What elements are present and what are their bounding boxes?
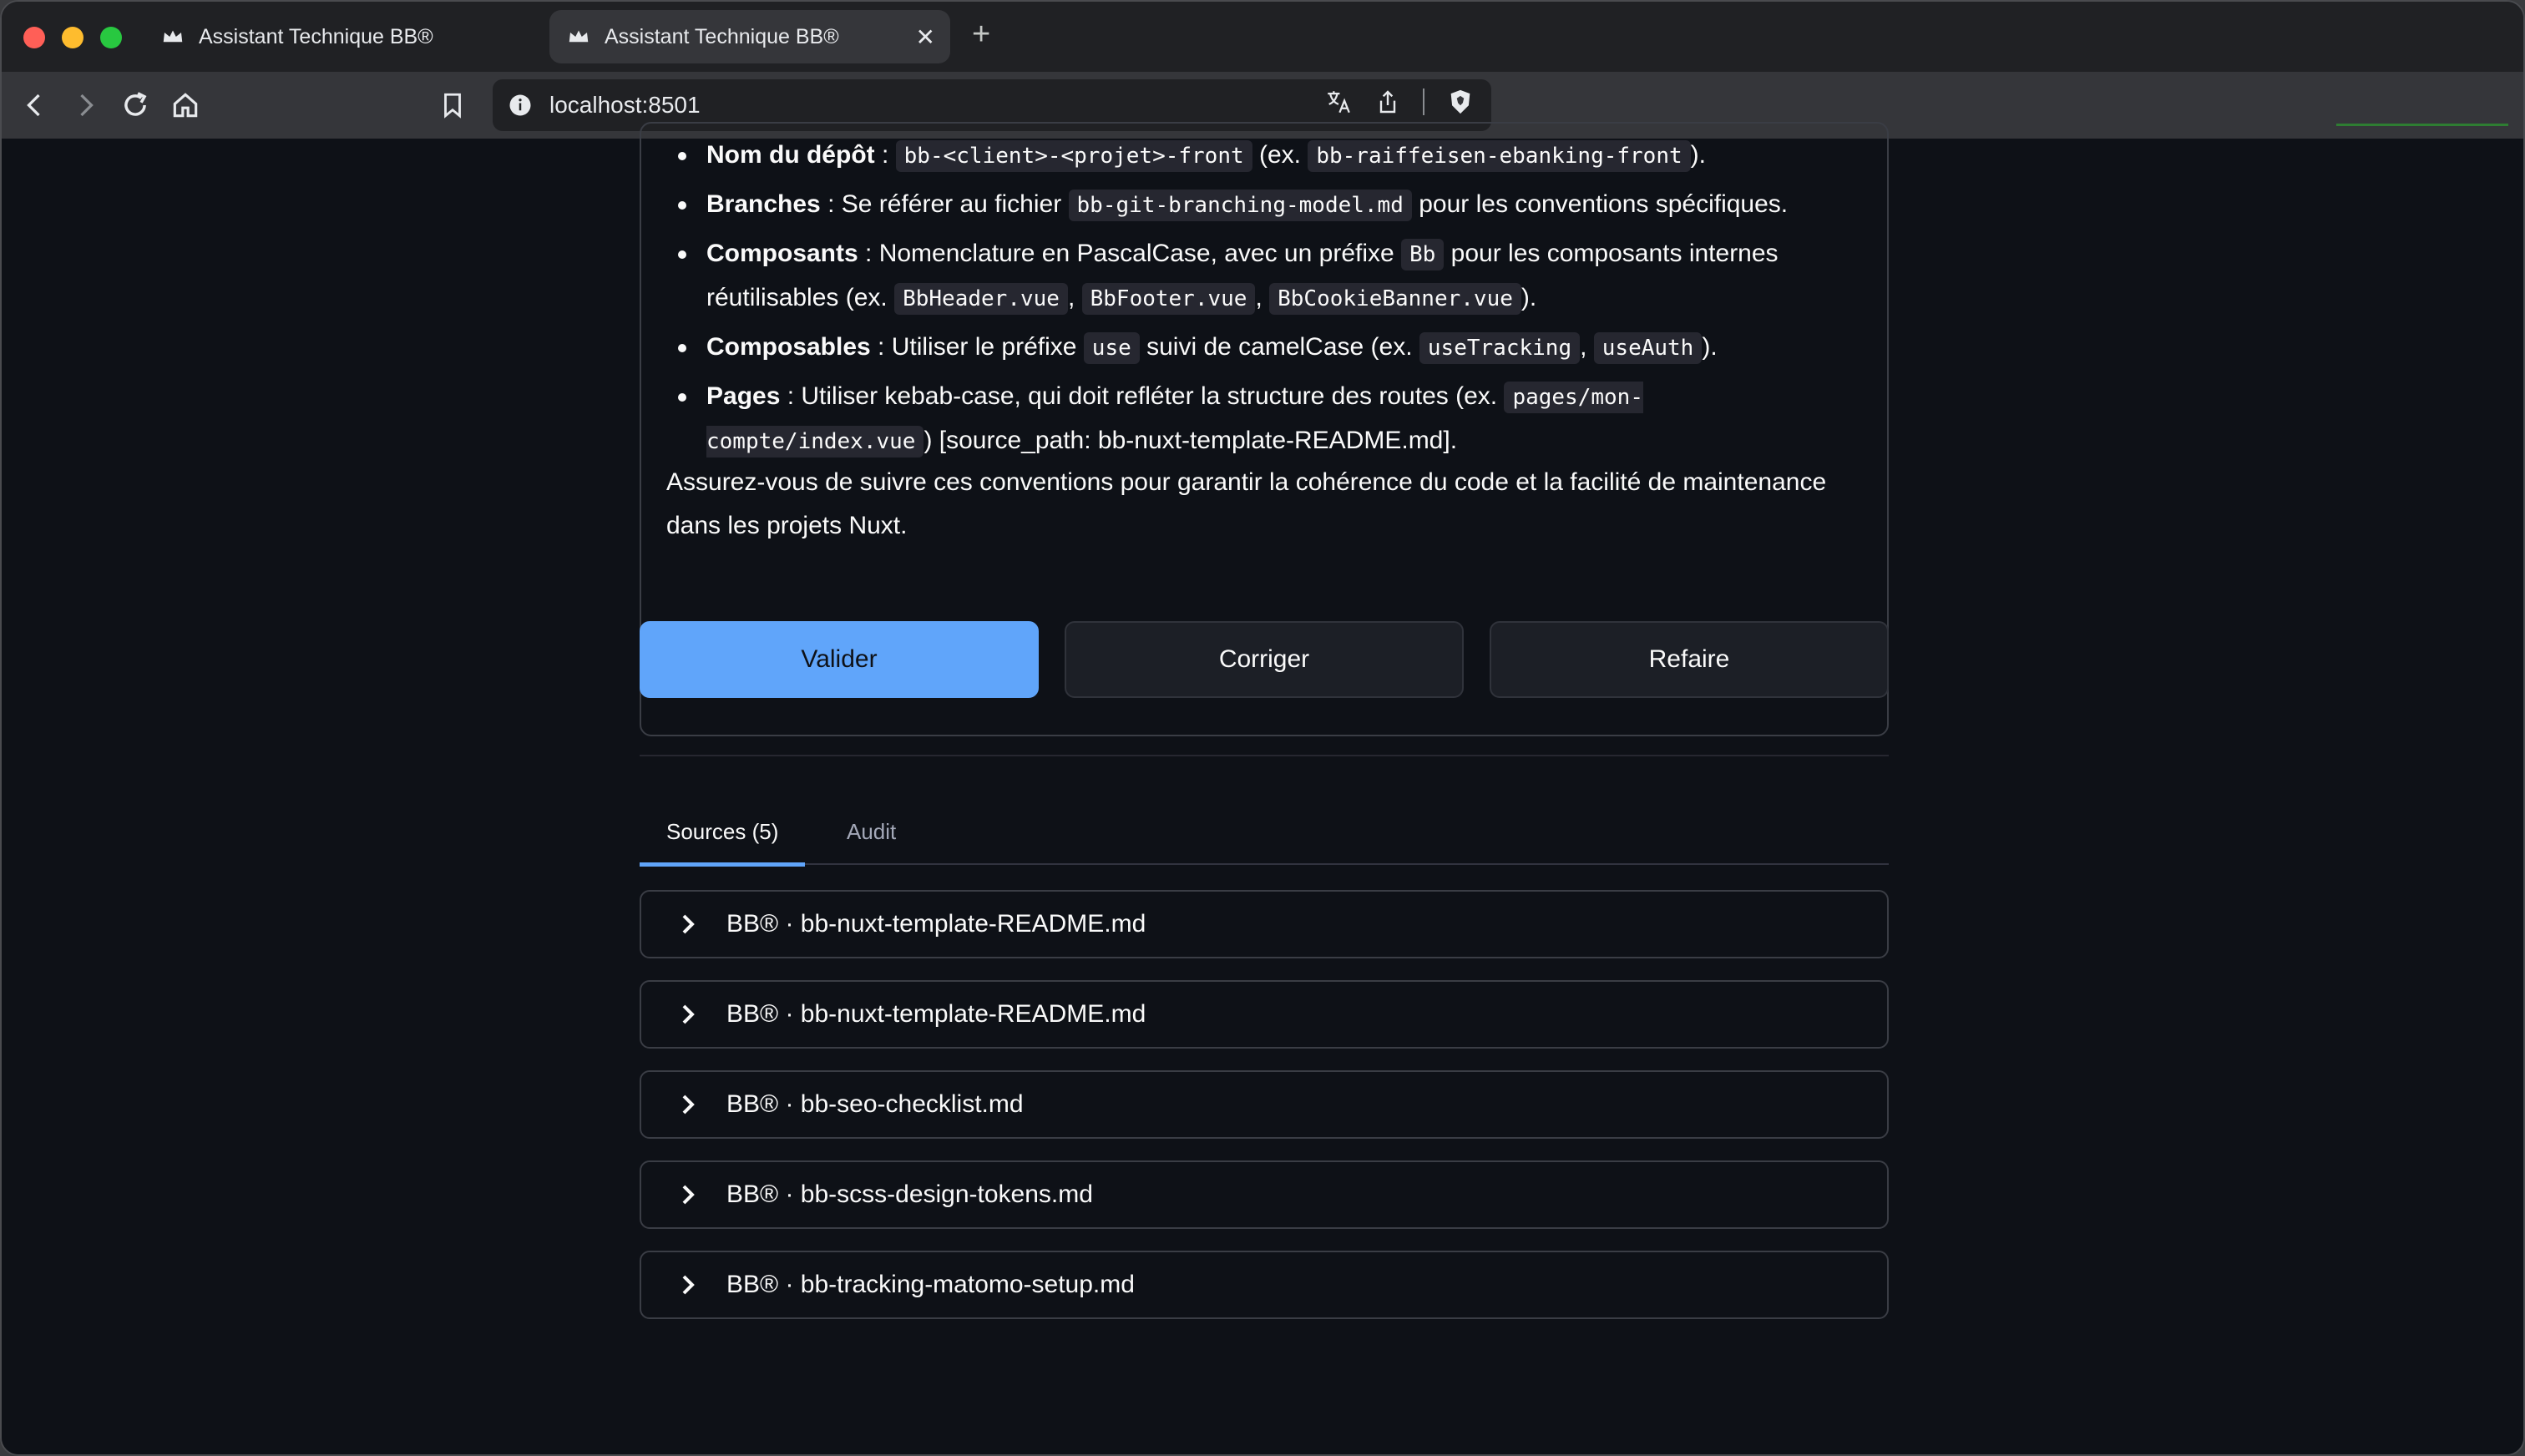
source-label: BB® · bb-nuxt-template-README.md bbox=[726, 910, 1146, 938]
browser-window: Assistant Technique BB® Assistant Techni… bbox=[0, 0, 2525, 1456]
share-icon[interactable] bbox=[1374, 88, 1401, 115]
chevron-right-icon bbox=[682, 1095, 695, 1115]
tab-title: Assistant Technique BB® bbox=[605, 24, 839, 48]
close-tab-icon[interactable]: ✕ bbox=[916, 23, 935, 51]
minimize-window-button[interactable] bbox=[62, 27, 83, 48]
toolbar-divider bbox=[1423, 88, 1424, 115]
result-tabs: Sources (5) Audit bbox=[640, 798, 1889, 867]
inline-code: bb-git-branching-model.md bbox=[1068, 190, 1412, 221]
inline-code: BbFooter.vue bbox=[1081, 283, 1256, 315]
section-divider bbox=[640, 755, 1889, 756]
home-icon[interactable] bbox=[167, 87, 204, 124]
chevron-right-icon bbox=[682, 914, 695, 934]
url-text: localhost:8501 bbox=[549, 92, 701, 118]
source-expander-1[interactable]: BB® · bb-nuxt-template-README.md bbox=[640, 890, 1889, 958]
list-item: Nom du dépôt : bb-<client>-<projet>-fron… bbox=[678, 134, 1859, 178]
item-text: , bbox=[1255, 284, 1270, 311]
action-buttons: Valider Corriger Refaire bbox=[640, 621, 1889, 698]
brave-shield-icon[interactable] bbox=[1446, 88, 1475, 116]
inline-code: bb-raiffeisen-ebanking-front bbox=[1308, 140, 1691, 172]
inline-code: bb-<client>-<projet>-front bbox=[895, 140, 1252, 172]
list-item: Pages : Utiliser kebab-case, qui doit re… bbox=[678, 375, 1859, 463]
source-label: BB® · bb-tracking-matomo-setup.md bbox=[726, 1271, 1135, 1298]
source-expander-4[interactable]: BB® · bb-scss-design-tokens.md bbox=[640, 1160, 1889, 1229]
back-icon[interactable] bbox=[17, 87, 53, 124]
new-tab-button[interactable]: + bbox=[972, 17, 990, 53]
source-label: BB® · bb-seo-checklist.md bbox=[726, 1090, 1024, 1118]
browser-tab-2[interactable]: Assistant Technique BB® ✕ bbox=[549, 10, 950, 63]
item-text: : Se référer au fichier bbox=[820, 190, 1069, 218]
inline-code: use bbox=[1083, 332, 1140, 364]
item-text: ). bbox=[1521, 284, 1537, 311]
validate-button[interactable]: Valider bbox=[640, 621, 1039, 698]
item-label: Composants bbox=[706, 240, 858, 267]
tab-audit[interactable]: Audit bbox=[827, 798, 916, 865]
item-label: Branches bbox=[706, 190, 821, 218]
maximize-window-button[interactable] bbox=[100, 27, 122, 48]
source-label: BB® · bb-scss-design-tokens.md bbox=[726, 1180, 1093, 1208]
conventions-list: Nom du dépôt : bb-<client>-<projet>-fron… bbox=[678, 124, 1859, 463]
conclusion-text: Assurez-vous de suivre ces conventions p… bbox=[666, 468, 1827, 539]
chevron-right-icon bbox=[682, 1004, 695, 1024]
chevron-right-icon bbox=[682, 1275, 695, 1295]
chevron-right-icon bbox=[682, 1185, 695, 1205]
correct-button[interactable]: Corriger bbox=[1065, 621, 1464, 698]
item-text: , bbox=[1580, 333, 1594, 361]
close-window-button[interactable] bbox=[23, 27, 45, 48]
tab-sources[interactable]: Sources (5) bbox=[640, 798, 806, 867]
streamlit-app: Nom du dépôt : bb-<client>-<projet>-fron… bbox=[2, 122, 2523, 1454]
info-icon[interactable] bbox=[508, 93, 533, 118]
forward-icon[interactable] bbox=[67, 87, 104, 124]
list-item: Composables : Utiliser le préfixe use su… bbox=[678, 326, 1859, 370]
source-expander-5[interactable]: BB® · bb-tracking-matomo-setup.md bbox=[640, 1251, 1889, 1319]
item-text: ) [source_path: bb-nuxt-template-README.… bbox=[923, 427, 1458, 454]
item-label: Composables bbox=[706, 333, 871, 361]
reload-icon[interactable] bbox=[117, 87, 154, 124]
crown-icon bbox=[163, 30, 183, 43]
tab-strip: Assistant Technique BB® Assistant Techni… bbox=[2, 2, 2523, 72]
item-text: : Nomenclature en PascalCase, avec un pr… bbox=[858, 240, 1402, 267]
inline-code: Bb bbox=[1401, 239, 1445, 270]
item-text: : Utiliser le préfixe bbox=[870, 333, 1084, 361]
item-text: (ex. bbox=[1252, 141, 1308, 169]
item-label: Nom du dépôt bbox=[706, 141, 875, 169]
item-text: ). bbox=[1702, 333, 1718, 361]
crown-icon bbox=[569, 30, 589, 43]
item-text: suivi de camelCase (ex. bbox=[1139, 333, 1419, 361]
source-label: BB® · bb-nuxt-template-README.md bbox=[726, 1000, 1146, 1028]
translate-icon[interactable] bbox=[1324, 88, 1353, 116]
inline-code: useAuth bbox=[1593, 332, 1703, 364]
inline-code: useTracking bbox=[1419, 332, 1581, 364]
inline-code: BbCookieBanner.vue bbox=[1269, 283, 1521, 315]
source-expander-2[interactable]: BB® · bb-nuxt-template-README.md bbox=[640, 980, 1889, 1049]
list-item: Branches : Se référer au fichier bb-git-… bbox=[678, 183, 1859, 227]
item-text: : bbox=[874, 141, 896, 169]
bookmark-icon[interactable] bbox=[434, 87, 471, 124]
tab-title: Assistant Technique BB® bbox=[199, 24, 433, 48]
inline-code: BbHeader.vue bbox=[894, 283, 1068, 315]
item-text: : Utiliser kebab-case, qui doit refléter… bbox=[780, 382, 1505, 410]
list-item: Composants : Nomenclature en PascalCase,… bbox=[678, 232, 1859, 321]
source-expander-3[interactable]: BB® · bb-seo-checklist.md bbox=[640, 1070, 1889, 1139]
item-text: pour les conventions spécifiques. bbox=[1411, 190, 1789, 218]
item-text: ). bbox=[1690, 141, 1706, 169]
redo-button[interactable]: Refaire bbox=[1490, 621, 1889, 698]
browser-tab-1[interactable]: Assistant Technique BB® bbox=[144, 10, 544, 63]
item-text: , bbox=[1067, 284, 1082, 311]
loading-indicator bbox=[2336, 124, 2508, 126]
item-label: Pages bbox=[706, 382, 781, 410]
